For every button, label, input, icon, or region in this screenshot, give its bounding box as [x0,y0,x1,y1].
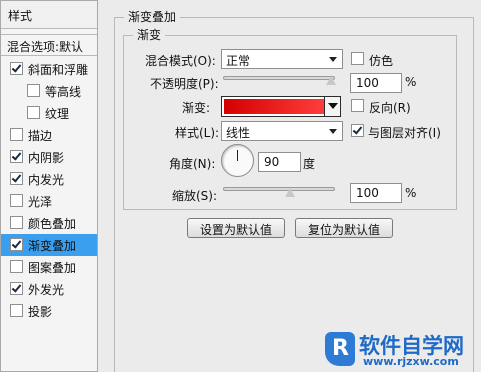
style-item-label: 图案叠加 [28,261,77,275]
style-item-label: 斜面和浮雕 [28,63,89,77]
blend-mode-value: 正常 [226,54,251,68]
reset-to-default-button[interactable]: 复位为默认值 [295,218,393,238]
checkmark-icon [352,124,363,135]
style-item-label: 描边 [28,129,53,143]
style-item[interactable]: 颜色叠加 [1,212,97,234]
style-item-checkbox[interactable] [10,238,23,251]
gradient-dropdown-button[interactable] [324,97,340,116]
gradient-style-select[interactable]: 线性 [221,121,343,141]
watermark-url: www.rjzxw.com [363,355,459,368]
style-item[interactable]: 图案叠加 [1,256,97,278]
style-item-checkbox[interactable] [10,172,23,185]
style-item-checkbox[interactable] [10,128,23,141]
style-item-checkbox[interactable] [10,62,23,75]
chevron-down-icon [329,57,337,62]
angle-unit: 度 [303,157,316,171]
style-list: 样式 混合选项:默认 斜面和浮雕等高线纹理描边内阴影内发光光泽颜色叠加渐变叠加图… [0,0,98,372]
style-item-label: 内阴影 [28,151,65,165]
style-item-label: 投影 [28,305,53,319]
style-item[interactable]: 光泽 [1,190,97,212]
style-item-checkbox[interactable] [27,84,40,97]
angle-dial[interactable] [221,144,254,177]
style-item-checkbox[interactable] [10,150,23,163]
reverse-label: 反向(R) [369,101,411,115]
blend-options-item[interactable]: 混合选项:默认 [1,34,97,56]
style-item[interactable]: 纹理 [1,102,97,124]
angle-dial-needle [237,150,238,161]
style-item-checkbox[interactable] [10,194,23,207]
style-item-checkbox[interactable] [10,304,23,317]
angle-input[interactable]: 90 [258,152,301,172]
style-item-checkbox[interactable] [27,106,40,119]
reverse-checkbox[interactable] [351,99,364,112]
style-item-label: 内发光 [28,173,65,187]
style-item[interactable]: 投影 [1,300,97,322]
style-item-label: 颜色叠加 [28,217,77,231]
style-item[interactable]: 外发光 [1,278,97,300]
style-item[interactable]: 渐变叠加 [1,234,97,256]
scale-label: 缩放(S): [172,189,218,203]
style-item-label: 外发光 [28,283,65,297]
gradient-subgroup-title: 渐变 [133,26,166,43]
scale-slider-thumb[interactable] [285,188,296,197]
scale-input[interactable]: 100 [350,183,402,203]
opacity-label: 不透明度(P): [150,77,219,91]
blend-mode-label: 混合模式(O): [145,54,216,68]
angle-label: 角度(N): [169,157,216,171]
gradient-style-label: 样式(L): [175,126,220,140]
opacity-slider-track[interactable] [223,76,335,80]
scale-slider-track[interactable] [223,187,335,191]
dither-label: 仿色 [369,54,394,68]
style-item[interactable]: 内发光 [1,168,97,190]
gradient-label: 渐变: [182,101,211,115]
gradient-style-value: 线性 [226,126,251,140]
make-default-button[interactable]: 设置为默认值 [187,218,285,238]
style-item-label: 等高线 [45,85,82,99]
opacity-unit: % [405,75,417,89]
dither-checkbox[interactable] [351,52,364,65]
watermark-logo: R [325,332,355,366]
site-watermark: R 软件自学网 www.rjzxw.com [325,330,481,370]
checkmark-icon [11,238,22,249]
gradient-picker[interactable] [221,96,341,117]
style-item-label: 光泽 [28,195,53,209]
checkmark-icon [11,150,22,161]
gradient-preview[interactable] [224,99,324,114]
checkmark-icon [11,282,22,293]
style-list-header[interactable]: 样式 [1,1,97,29]
align-with-layer-checkbox[interactable] [351,124,364,137]
blend-mode-select[interactable]: 正常 [221,49,343,69]
scale-unit: % [405,186,417,200]
style-item-checkbox[interactable] [10,216,23,229]
style-item-checkbox[interactable] [10,260,23,273]
opacity-input[interactable]: 100 [350,73,402,93]
style-item-label: 纹理 [45,107,70,121]
style-item[interactable]: 内阴影 [1,146,97,168]
align-with-layer-label: 与图层对齐(I) [368,126,441,140]
style-item-label: 渐变叠加 [28,239,77,253]
chevron-down-icon [329,129,337,134]
gradient-overlay-title: 渐变叠加 [124,8,181,25]
checkmark-icon [11,172,22,183]
style-item[interactable]: 描边 [1,124,97,146]
opacity-slider-thumb[interactable] [326,76,336,85]
style-item-checkbox[interactable] [10,282,23,295]
chevron-down-icon [328,103,338,109]
checkmark-icon [11,62,22,73]
style-item[interactable]: 斜面和浮雕 [1,58,97,80]
style-item[interactable]: 等高线 [1,80,97,102]
